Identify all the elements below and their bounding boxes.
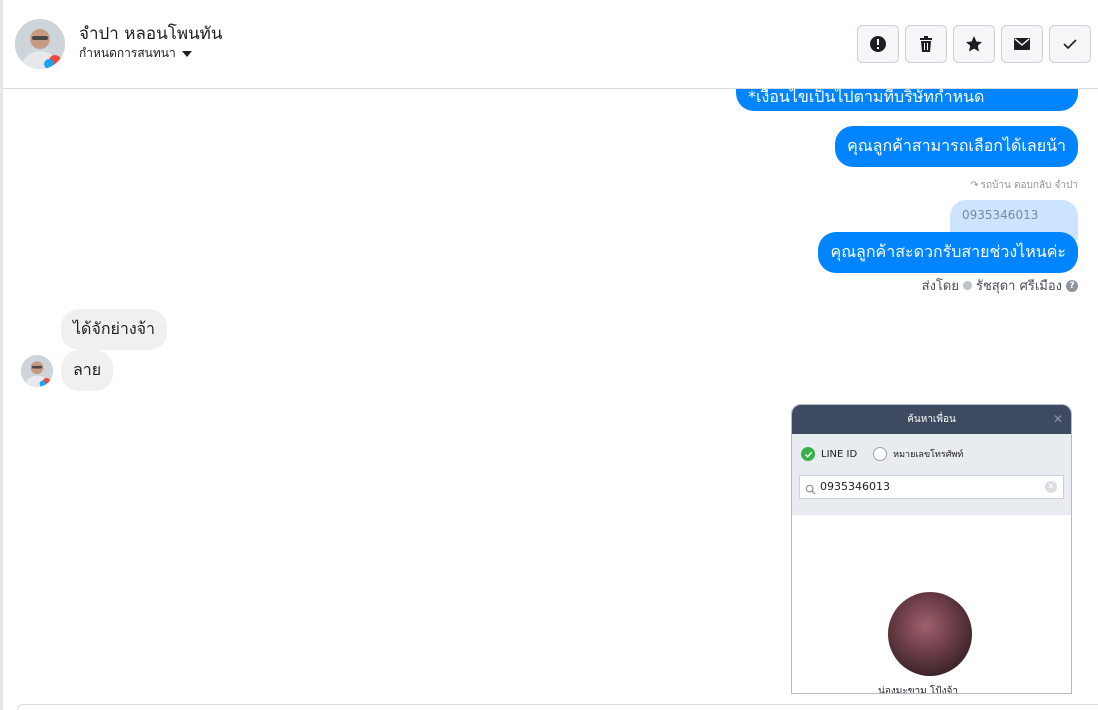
sender-avatar[interactable] — [21, 355, 53, 387]
contact-name: จำปา หลอนโพนทัน — [79, 24, 223, 44]
close-icon: ✕ — [1052, 412, 1063, 426]
assign-conversation-label: กำหนดการสนทนา — [79, 46, 176, 60]
incoming-message[interactable]: ได้จักย่างจ้า — [61, 309, 168, 350]
reply-note-text: รถบ้าน ตอบกลับ จำปา — [980, 180, 1078, 191]
attachment-search-panel: LINE ID หมายเลขโทรศัพท์ 0935346013 ✕ — [792, 434, 1071, 515]
mark-done-button[interactable] — [1049, 25, 1091, 63]
clear-icon: ✕ — [1045, 481, 1057, 493]
incoming-message[interactable]: ลาย — [61, 350, 114, 391]
message-text: คุณลูกค้าสะดวกรับสายช่วงไหนค่ะ — [830, 242, 1066, 261]
trash-icon — [920, 36, 932, 52]
reply-arrow-icon: ↷ — [970, 180, 979, 191]
sent-by-name[interactable]: รัชสุดา ศรีเมือง — [976, 275, 1062, 296]
envelope-icon — [1014, 38, 1030, 50]
option-line-id: LINE ID — [821, 448, 858, 460]
contact-avatar[interactable] — [15, 19, 65, 69]
check-icon — [1063, 39, 1077, 50]
outgoing-message[interactable]: คุณลูกค้าสามารถเลือกได้เลยน้า — [835, 126, 1078, 167]
message-text: ลาย — [73, 360, 102, 379]
attachment-title-bar: ค้นหาเพื่อน ✕ — [792, 405, 1071, 434]
inbox-conversation-pane: จำปา หลอนโพนทัน กำหนดการสนทนา *เงื่อนไขเ… — [0, 0, 1098, 710]
star-icon — [966, 36, 982, 52]
mark-unread-button[interactable] — [1001, 25, 1043, 63]
reply-note: ↷ รถบ้าน ตอบกลับ จำปา — [970, 178, 1078, 193]
alert-circle-icon — [870, 36, 886, 52]
attachment-search-value: 0935346013 — [820, 480, 890, 493]
search-type-options: LINE ID หมายเลขโทรศัพท์ — [801, 447, 963, 461]
composer-edge — [17, 704, 1098, 710]
assign-conversation-dropdown[interactable]: กำหนดการสนทนา — [79, 44, 192, 63]
attachment-title: ค้นหาเพื่อน — [907, 414, 956, 425]
caret-down-icon — [181, 50, 192, 57]
message-thread[interactable]: *เงื่อนไขเป็นไปตามที่บริษัทกำหนด คุณลูกค… — [3, 89, 1098, 704]
radio-empty-icon — [873, 447, 888, 461]
check-circle-icon — [801, 447, 815, 461]
conversation-header: จำปา หลอนโพนทัน กำหนดการสนทนา — [3, 0, 1098, 89]
result-avatar — [888, 592, 972, 676]
verified-icon — [962, 281, 972, 290]
star-button[interactable] — [953, 25, 995, 63]
outgoing-message[interactable]: *เงื่อนไขเป็นไปตามที่บริษัทกำหนด — [736, 89, 1078, 111]
quoted-text: 0935346013 — [962, 208, 1039, 222]
result-name: น่องมะขาม โป้งจ้า — [878, 686, 958, 694]
sent-by-prefix: ส่งโดย — [921, 279, 959, 294]
message-text: คุณลูกค้าสามารถเลือกได้เลยน้า — [847, 136, 1066, 155]
message-text: ได้จักย่างจ้า — [73, 319, 156, 338]
option-phone: หมายเลขโทรศัพท์ — [893, 450, 964, 460]
delete-button[interactable] — [905, 25, 947, 63]
search-icon — [805, 481, 816, 503]
outgoing-message[interactable]: คุณลูกค้าสะดวกรับสายช่วงไหนค่ะ — [818, 232, 1078, 273]
message-text: *เงื่อนไขเป็นไปตามที่บริษัทกำหนด — [748, 89, 985, 106]
help-icon[interactable]: ? — [1066, 279, 1078, 292]
conversation-actions — [857, 25, 1091, 63]
image-attachment[interactable]: ค้นหาเพื่อน ✕ LINE ID หมายเลขโทรศัพท์ 09 — [791, 404, 1072, 694]
attachment-search-field: 0935346013 ✕ — [799, 475, 1064, 499]
sent-by-line: ส่งโดย รัชสุดา ศรีเมือง ? — [922, 275, 1078, 296]
spam-button[interactable] — [857, 25, 899, 63]
